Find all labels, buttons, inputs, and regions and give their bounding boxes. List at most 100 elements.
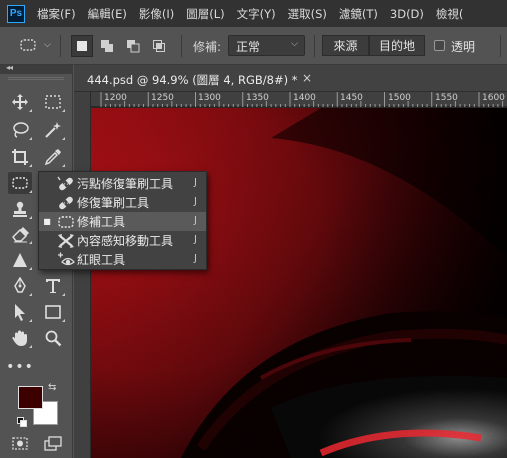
eraser-tool[interactable]	[8, 223, 32, 245]
more-icon: •••	[6, 359, 34, 375]
submenu-indicator	[62, 293, 65, 296]
clone-stamp-tool[interactable]	[8, 198, 32, 220]
tools-panel-header: ◂◂	[0, 63, 73, 74]
hand-icon	[12, 330, 27, 346]
hand-tool[interactable]	[8, 327, 32, 349]
type-tool[interactable]	[41, 275, 65, 297]
submenu-indicator	[29, 267, 32, 270]
flyout-item-label: 修補工具	[77, 215, 126, 229]
menu-type[interactable]: 文字(Y)	[231, 6, 282, 22]
source-button[interactable]: 來源	[322, 35, 369, 56]
ruler-origin[interactable]	[74, 92, 91, 107]
lasso-icon	[13, 122, 29, 138]
flyout-item-label: 污點修復筆刷工具	[77, 177, 174, 191]
blur-tool[interactable]	[8, 249, 32, 271]
chevron-down-icon: ⌵	[291, 39, 298, 49]
screen-mode-icon	[44, 436, 62, 451]
flyout-item-shortcut: J	[194, 177, 197, 188]
ruler-tick-label: 1450	[340, 93, 363, 103]
ruler-tick-label: 1500	[388, 93, 411, 103]
submenu-indicator	[29, 241, 32, 244]
transparent-checkbox[interactable]	[434, 40, 445, 51]
lasso-tool[interactable]	[8, 119, 32, 141]
crop-tool[interactable]	[8, 146, 32, 168]
flyout-item-healing-brush[interactable]: 修復筆刷工具 J	[39, 193, 206, 212]
divider	[60, 35, 61, 57]
intersect-selection-button[interactable]	[148, 35, 170, 57]
pen-tool[interactable]	[8, 275, 32, 297]
flyout-item-shortcut: J	[194, 253, 197, 264]
rectangle-icon	[45, 305, 61, 319]
flyout-item-patch-tool[interactable]: ■ 修補工具 J	[39, 212, 206, 231]
menu-layer[interactable]: 圖層(L)	[180, 6, 230, 22]
horizontal-ruler[interactable]: 1200 1250 1300 1350 1400 1450 1500 1550 …	[91, 92, 507, 107]
healing-tools-flyout: 污點修復筆刷工具 J 修復筆刷工具 J ■ 修補工具 J 內容感知移動工具 J …	[38, 171, 207, 270]
foreground-color-swatch[interactable]	[18, 386, 43, 409]
zoom-tool[interactable]	[41, 327, 65, 349]
collapse-arrows-icon[interactable]: ◂◂	[6, 63, 13, 72]
quick-mask-icon	[12, 437, 28, 450]
menu-filter[interactable]: 濾鏡(T)	[333, 6, 384, 22]
menu-3d[interactable]: 3D(D)	[384, 7, 430, 21]
path-selection-tool[interactable]	[8, 301, 32, 323]
subtract-from-selection-button[interactable]	[122, 35, 144, 57]
eyedropper-icon	[44, 149, 61, 166]
source-label: 來源	[333, 39, 358, 53]
close-icon[interactable]: ×	[302, 71, 312, 85]
patch-mode-select[interactable]: 正常 ⌵	[228, 35, 305, 56]
patch-mode-value: 正常	[236, 40, 261, 54]
magic-wand-icon	[45, 122, 61, 138]
image-canvas[interactable]	[91, 108, 507, 458]
menu-view[interactable]: 檢視(	[430, 6, 470, 22]
flyout-item-content-aware-move[interactable]: 內容感知移動工具 J	[39, 231, 206, 250]
eyedropper-tool[interactable]	[41, 146, 65, 168]
patch-label: 修補:	[193, 40, 222, 54]
flyout-item-label: 紅眼工具	[77, 253, 126, 267]
quick-mask-tool[interactable]	[8, 433, 32, 455]
screen-mode-tool[interactable]	[41, 433, 65, 455]
submenu-indicator	[29, 216, 32, 219]
type-icon	[46, 279, 60, 293]
transparent-label: 透明	[451, 40, 476, 54]
divider	[181, 35, 182, 57]
document-tab[interactable]: 444.psd @ 94.9% (圖層 4, RGB/8#) * ×	[74, 65, 507, 92]
patch-tool[interactable]	[8, 172, 32, 194]
menu-select[interactable]: 選取(S)	[282, 6, 333, 22]
destination-button[interactable]: 目的地	[369, 35, 425, 56]
submenu-indicator	[29, 109, 32, 112]
flyout-item-red-eye[interactable]: 紅眼工具 J	[39, 250, 206, 269]
flyout-item-shortcut: J	[194, 234, 197, 245]
ruler-tick-label: 1250	[151, 93, 174, 103]
rectangular-marquee-tool[interactable]	[41, 91, 65, 113]
submenu-indicator	[29, 137, 32, 140]
pen-icon	[14, 277, 26, 293]
new-selection-button[interactable]	[71, 35, 93, 57]
grip-handle[interactable]	[8, 77, 64, 80]
chevron-down-icon[interactable]: ⌵	[44, 40, 51, 50]
rectangle-tool[interactable]	[41, 301, 65, 323]
menu-image[interactable]: 影像(I)	[133, 6, 180, 22]
photoshop-logo[interactable]: Ps	[7, 4, 25, 23]
triangle-icon	[13, 253, 27, 267]
options-bar: ⌵ 修補: 正常 ⌵ 來源 目的地 透明	[0, 27, 507, 65]
menu-file[interactable]: 檔案(F)	[31, 6, 82, 22]
menu-edit[interactable]: 編輯(E)	[82, 6, 133, 22]
default-colors-icon[interactable]	[17, 417, 27, 427]
content-aware-move-icon	[55, 232, 77, 249]
eraser-icon	[12, 227, 29, 243]
patch-tool-icon[interactable]	[19, 37, 37, 53]
marquee-icon	[45, 95, 61, 109]
edit-toolbar-button[interactable]: •••	[6, 356, 34, 378]
flyout-item-label: 修復筆刷工具	[77, 196, 150, 210]
arrow-icon	[15, 304, 25, 321]
spot-healing-brush-icon	[55, 175, 77, 192]
swap-colors-icon[interactable]: ⇆	[48, 382, 56, 393]
flyout-item-spot-healing-brush[interactable]: 污點修復筆刷工具 J	[39, 174, 206, 193]
crop-icon	[12, 149, 28, 165]
move-tool[interactable]	[8, 91, 32, 113]
vertical-ruler[interactable]	[74, 107, 91, 458]
magic-wand-tool[interactable]	[41, 119, 65, 141]
flyout-item-shortcut: J	[194, 215, 197, 226]
ruler-tick-label: 1300	[198, 93, 221, 103]
add-to-selection-button[interactable]	[96, 35, 118, 57]
